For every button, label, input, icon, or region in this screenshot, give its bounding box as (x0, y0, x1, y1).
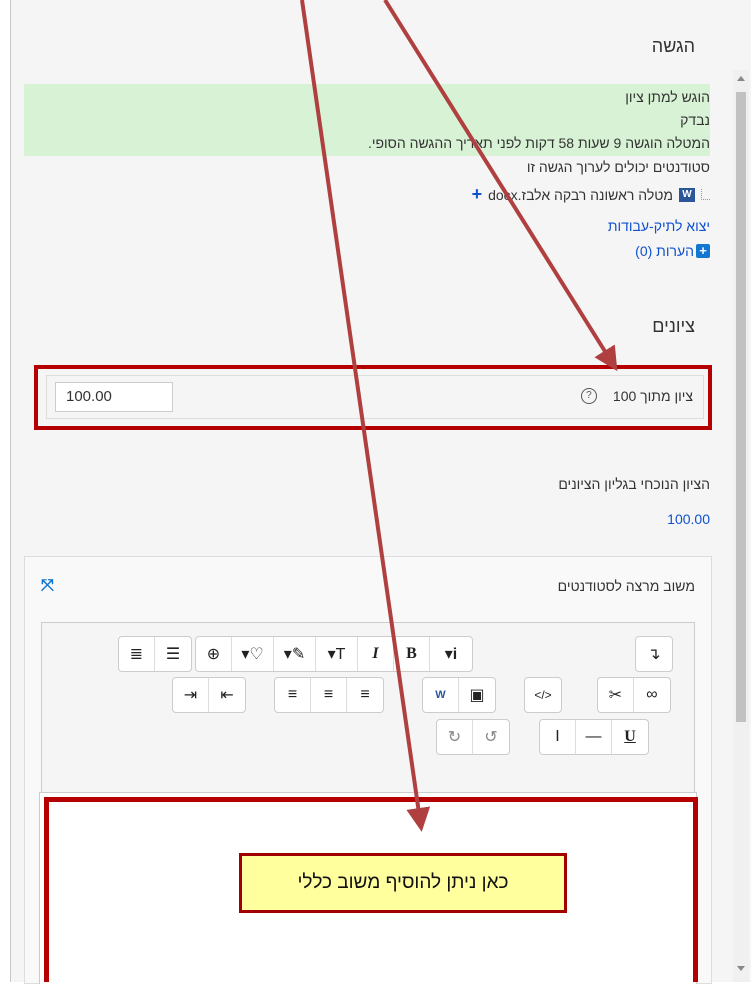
outdent-icon[interactable]: ⇤ (209, 678, 245, 712)
tree-line-icon (701, 189, 710, 200)
file-row[interactable]: W מטלה ראשונה רבקה אלבז.docx + (472, 184, 710, 205)
clear-format-icon[interactable]: I (540, 720, 576, 754)
align-right-icon[interactable]: ≡ (275, 678, 311, 712)
indent-icon[interactable]: ⇥ (173, 678, 209, 712)
status-line-graded: נבדק (680, 112, 710, 128)
paste-word-icon[interactable]: W (423, 678, 459, 712)
align-center-icon[interactable]: ≡ (311, 678, 347, 712)
grade-row: ציון מתוך 100 ? 100.00 (46, 375, 704, 419)
align-left-icon[interactable]: ≡ (347, 678, 383, 712)
grade-highlight-box: ציון מתוך 100 ? 100.00 (34, 365, 712, 430)
section-title: הגשה (651, 36, 695, 56)
comments-link[interactable]: הערות (0) (635, 243, 694, 259)
numbered-list-icon[interactable]: ≣ (119, 637, 155, 671)
font-size-icon[interactable]: ▾T (316, 637, 358, 671)
bullet-list-icon[interactable]: ☰ (155, 637, 191, 671)
scrollbar[interactable] (733, 70, 749, 982)
redo-icon[interactable]: ↻ (437, 720, 473, 754)
editor-toolbar: ≣ ☰ ⊕ ▾♡ ▾✎ ▾T I B ▾i ↴ ⇥ ⇤ ≡ ≡ ≡ W ▣ </… (41, 622, 695, 794)
help-icon[interactable]: ? (580, 388, 597, 404)
status-line-time: המטלה הוגשה 9 שעות 58 דקות לפני תאריך הה… (367, 135, 710, 151)
accessibility-icon[interactable]: ▾♡ (232, 637, 274, 671)
portfolio-link[interactable]: יצוא לתיק-עבודות (608, 218, 710, 234)
current-grade-value[interactable]: 100.00 (667, 511, 710, 527)
status-line-editable: סטודנטים יכולים לערוך הגשה זו (526, 159, 710, 175)
grades-heading: ציונים (652, 316, 695, 336)
horizontal-rule-icon[interactable]: — (576, 720, 612, 754)
scroll-up-icon[interactable] (737, 76, 745, 81)
current-grade-label: הציון הנוכחי בגליון הציונים (558, 476, 710, 492)
status-line-submitted: הוגש למתן ציון (625, 89, 710, 105)
link-icon[interactable]: ∞ (634, 678, 670, 712)
callout-note: כאן ניתן להוסיף משוב כללי (239, 853, 567, 913)
more-icon[interactable]: ▾i (430, 637, 472, 671)
word-file-icon: W (679, 187, 695, 202)
zoom-icon[interactable]: ⊕ (196, 637, 232, 671)
comments-row[interactable]: + הערות (0) (635, 243, 710, 259)
grade-label: ציון מתוך 100 (612, 388, 693, 404)
image-icon[interactable]: ▣ (459, 678, 495, 712)
plus-icon[interactable]: + (472, 184, 483, 205)
grade-input[interactable]: 100.00 (55, 382, 173, 412)
html-code-icon[interactable]: </> (525, 678, 561, 712)
toolbar-toggle-icon[interactable]: ↴ (636, 637, 672, 671)
grade-label-row: ציון מתוך 100 ? (580, 388, 693, 404)
bold-icon[interactable]: B (394, 637, 430, 671)
fullscreen-icon[interactable]: ⤧ (41, 577, 54, 595)
underline-icon[interactable]: U (612, 720, 648, 754)
color-brush-icon[interactable]: ▾✎ (274, 637, 316, 671)
unlink-icon[interactable]: ✂ (598, 678, 634, 712)
undo-icon[interactable]: ↺ (473, 720, 509, 754)
scroll-thumb[interactable] (736, 92, 746, 722)
expand-plus-icon[interactable]: + (696, 244, 710, 258)
file-link[interactable]: מטלה ראשונה רבקה אלבז.docx (488, 187, 673, 203)
italic-icon[interactable]: I (358, 637, 394, 671)
feedback-title: משוב מרצה לסטודנטים (557, 578, 695, 594)
scroll-down-icon[interactable] (737, 966, 745, 971)
